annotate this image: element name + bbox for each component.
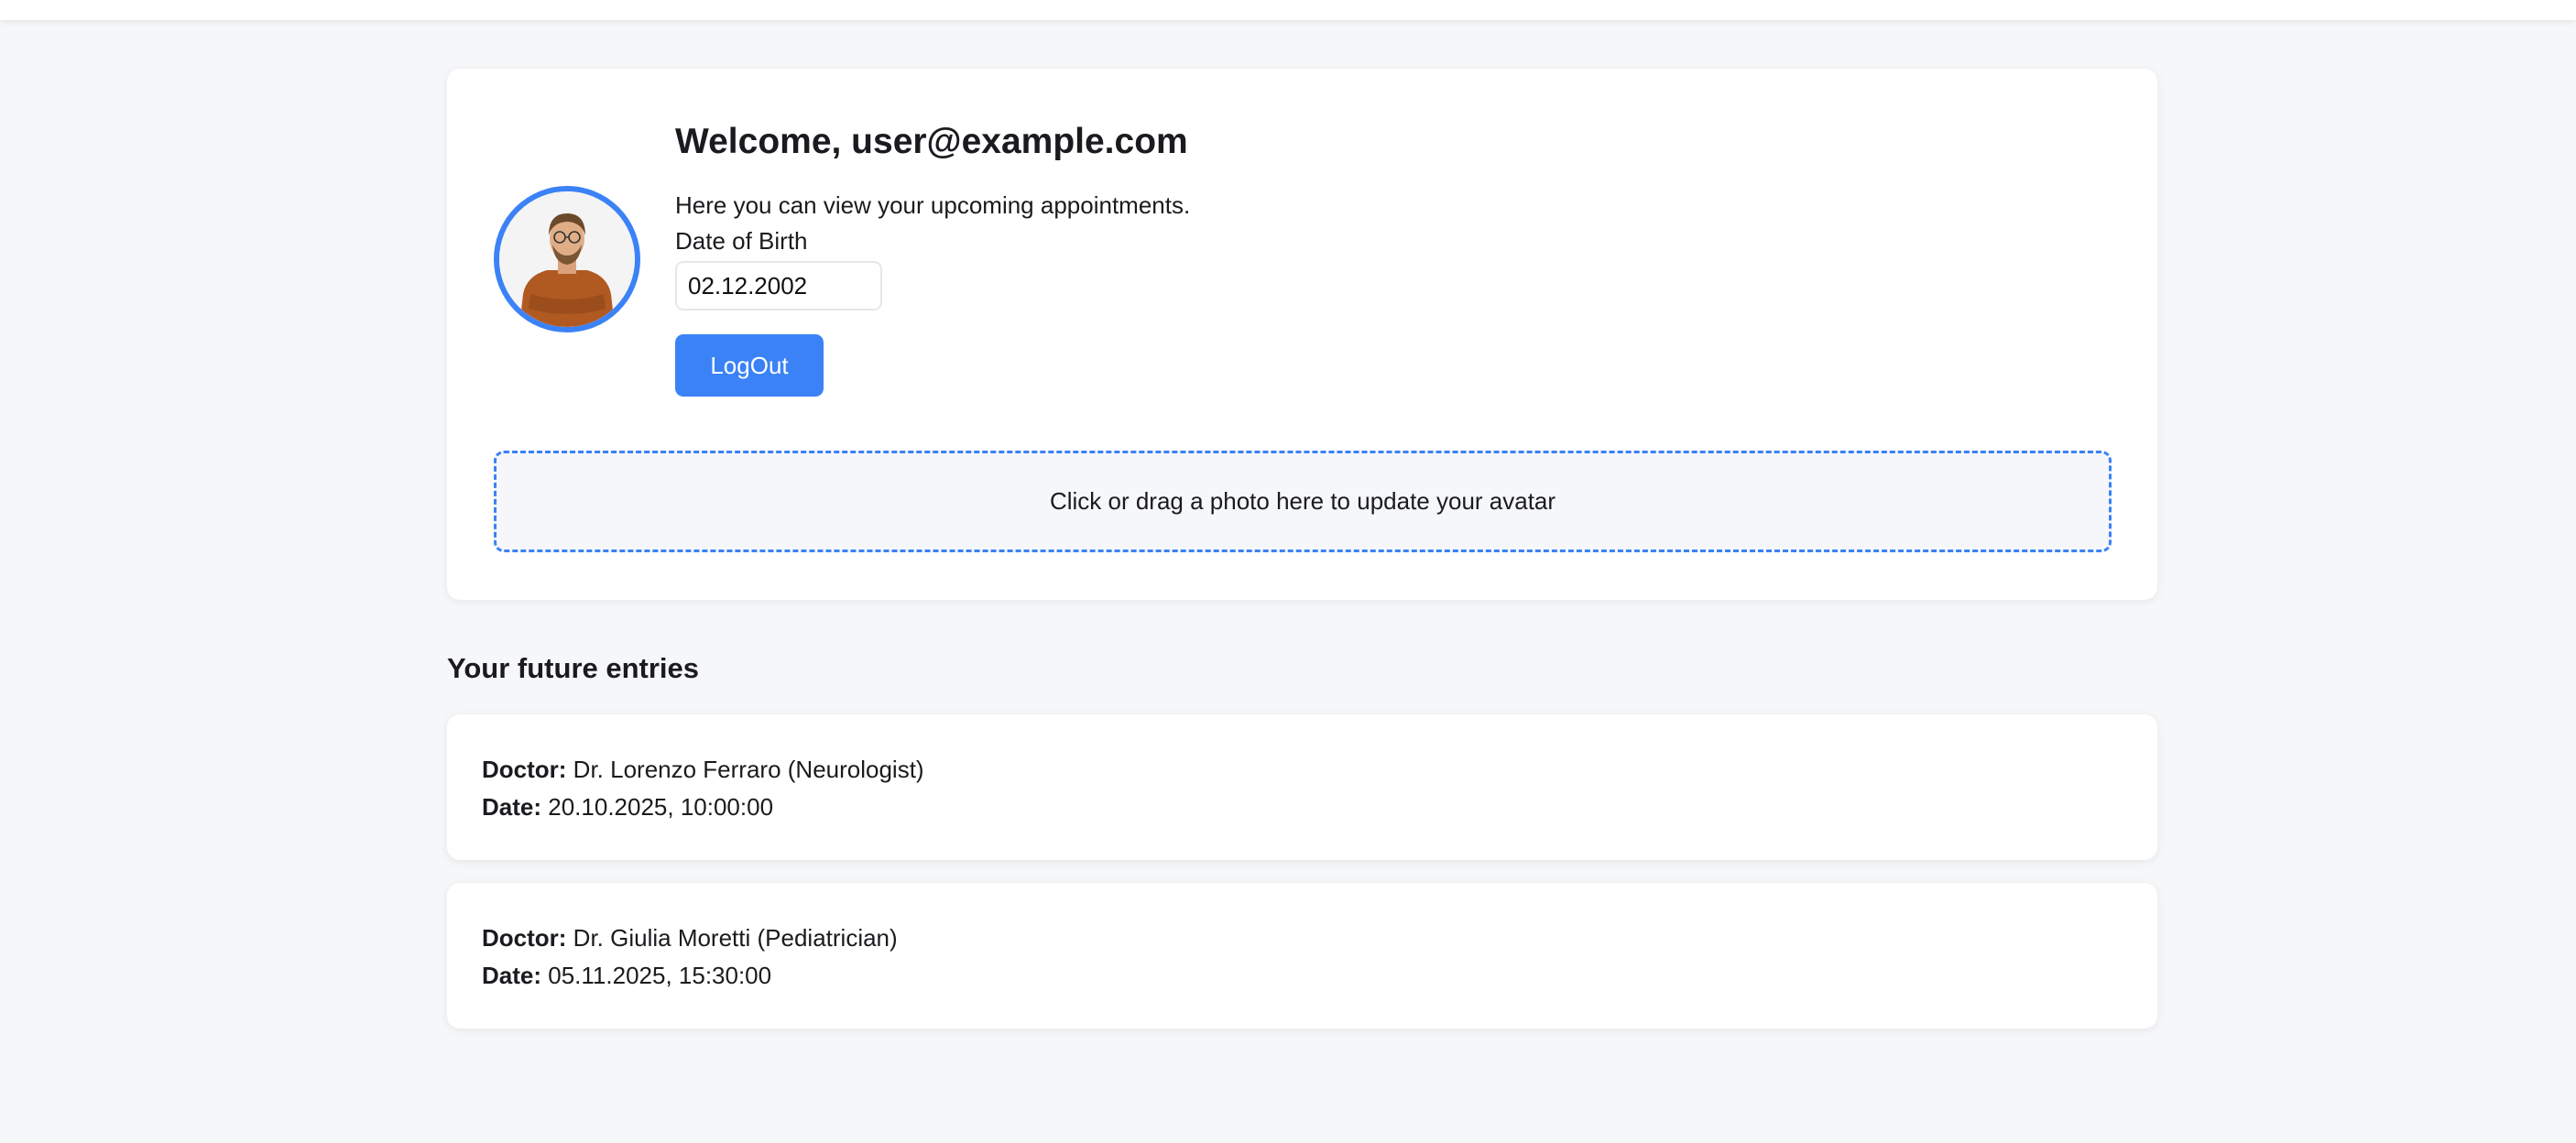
entry-date-line: Date: 05.11.2025, 15:30:00 bbox=[482, 957, 2123, 995]
dob-label: Date of Birth bbox=[675, 227, 808, 255]
doctor-name: Dr. Giulia Moretti (Pediatrician) bbox=[573, 924, 898, 952]
top-bar bbox=[0, 0, 2576, 20]
profile-info: Welcome, user@example.com Here you can v… bbox=[675, 120, 1190, 397]
appointment-date: 05.11.2025, 15:30:00 bbox=[548, 962, 772, 989]
date-key: Date: bbox=[482, 962, 542, 989]
entry-card: Doctor: Dr. Lorenzo Ferraro (Neurologist… bbox=[447, 714, 2157, 860]
page-container: Welcome, user@example.com Here you can v… bbox=[447, 69, 2157, 1029]
user-photo-icon bbox=[499, 191, 635, 327]
entry-date-line: Date: 20.10.2025, 10:00:00 bbox=[482, 789, 2123, 826]
dob-field[interactable] bbox=[675, 261, 882, 310]
date-key: Date: bbox=[482, 793, 542, 821]
appointment-date: 20.10.2025, 10:00:00 bbox=[548, 793, 774, 821]
page-title: Welcome, user@example.com bbox=[675, 122, 1188, 161]
entries-heading: Your future entries bbox=[447, 652, 700, 684]
entry-doctor-line: Doctor: Dr. Giulia Moretti (Pediatrician… bbox=[482, 920, 2123, 957]
avatar[interactable] bbox=[494, 186, 640, 332]
doctor-name: Dr. Lorenzo Ferraro (Neurologist) bbox=[573, 756, 924, 783]
logout-button[interactable]: LogOut bbox=[675, 334, 824, 397]
avatar-dropzone[interactable]: Click or drag a photo here to update you… bbox=[494, 451, 2112, 552]
dropzone-label: Click or drag a photo here to update you… bbox=[1049, 487, 1556, 515]
doctor-key: Doctor: bbox=[482, 756, 567, 783]
subtitle-text: Here you can view your upcoming appointm… bbox=[675, 191, 1191, 219]
doctor-key: Doctor: bbox=[482, 924, 567, 952]
entry-doctor-line: Doctor: Dr. Lorenzo Ferraro (Neurologist… bbox=[482, 751, 2123, 789]
entry-card: Doctor: Dr. Giulia Moretti (Pediatrician… bbox=[447, 883, 2157, 1029]
entries-list: Doctor: Dr. Lorenzo Ferraro (Neurologist… bbox=[447, 714, 2157, 1051]
profile-card: Welcome, user@example.com Here you can v… bbox=[447, 69, 2157, 600]
